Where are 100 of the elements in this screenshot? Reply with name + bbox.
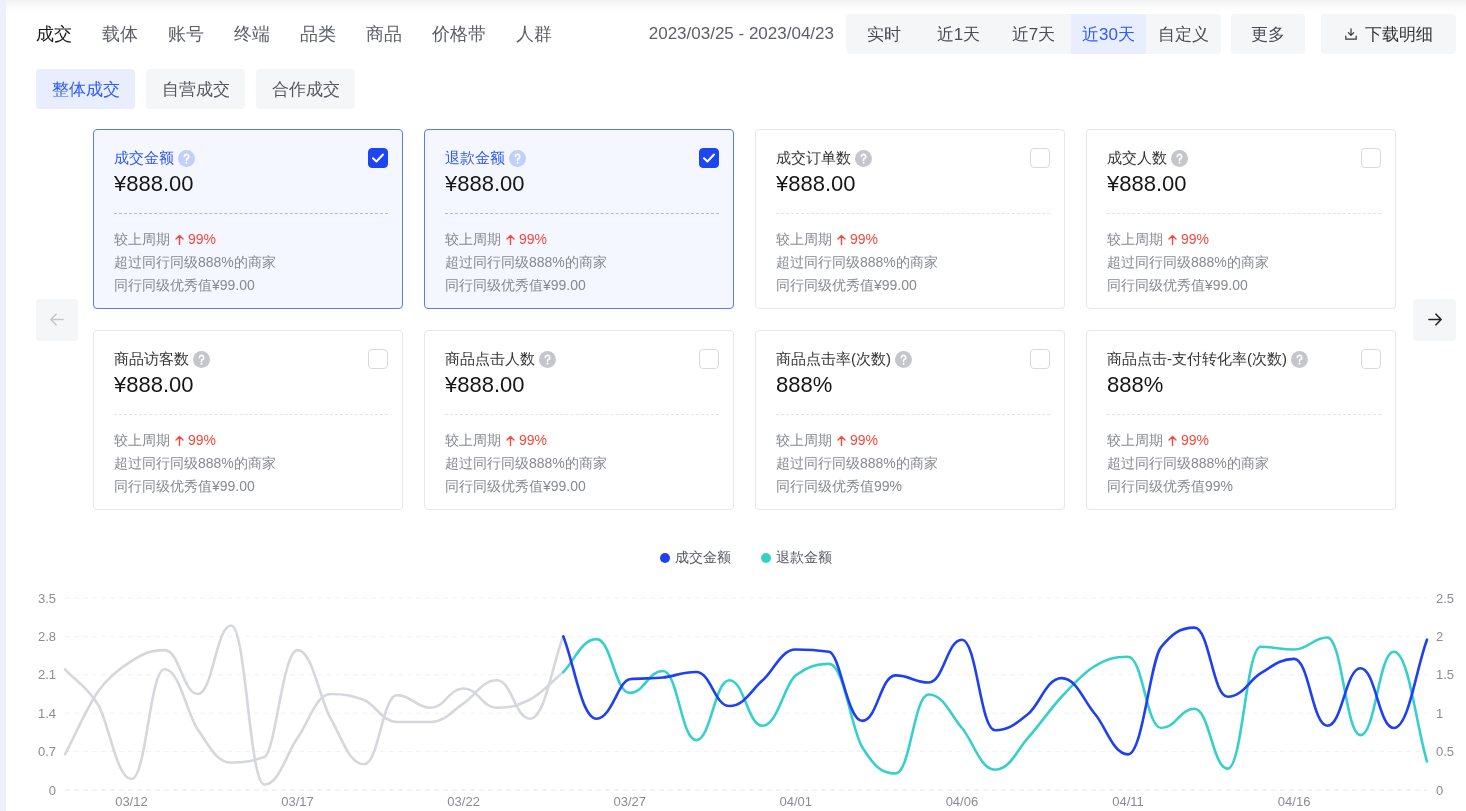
axis-label: 04/16 <box>1277 794 1311 809</box>
benchmark-text: 同行同级优秀值¥99.00 <box>114 276 256 295</box>
change-value: 99% <box>850 230 879 249</box>
time-range-tab[interactable]: 近30天 <box>1071 14 1146 54</box>
checkmark-icon <box>372 153 384 163</box>
metric-title: 成交订单数 <box>776 148 851 168</box>
axis-label: 1 <box>1436 705 1444 721</box>
compare-label: 较上周期 <box>114 230 170 249</box>
benchmark-text: 同行同级优秀值¥99.00 <box>445 276 587 295</box>
scope-tab[interactable]: 合作成交 <box>256 69 355 109</box>
rank-text: 超过同行同级888%的商家 <box>776 253 939 272</box>
nav-tab[interactable]: 价格带 <box>432 14 486 54</box>
change-value: 99% <box>519 230 548 249</box>
metric-title: 成交人数 <box>1107 148 1167 168</box>
axis-label: 2 <box>1436 628 1444 644</box>
axis-label: 1.5 <box>1436 667 1455 683</box>
benchmark-text: 同行同级优秀值99% <box>1107 477 1235 496</box>
axis-label: 03/27 <box>613 794 646 809</box>
nav-tab[interactable]: 人群 <box>516 14 552 54</box>
axis-label: 2.5 <box>1436 590 1455 606</box>
date-range: 2023/03/25 - 2023/04/23 <box>648 24 834 44</box>
axis-label: 1.4 <box>37 705 56 721</box>
axis-label: 0.5 <box>1436 744 1455 760</box>
metric-value: ¥888.00 <box>114 373 195 397</box>
change-value: 99% <box>1181 431 1210 450</box>
checkbox[interactable] <box>699 148 719 168</box>
help-icon[interactable] <box>895 350 912 368</box>
scope-tab[interactable]: 整体成交 <box>36 69 135 109</box>
rank-text: 超过同行同级888%的商家 <box>445 253 608 272</box>
download-button[interactable]: 下载明细 <box>1321 14 1456 54</box>
rank-text: 超过同行同级888%的商家 <box>1107 253 1270 272</box>
change-value: 99% <box>188 431 217 450</box>
metric-title: 成交金额 <box>114 148 174 168</box>
help-icon[interactable] <box>855 149 872 167</box>
metric-title: 商品点击率(次数) <box>776 349 891 369</box>
help-icon[interactable] <box>539 350 556 368</box>
metric-title: 商品点击-支付转化率(次数) <box>1107 349 1287 369</box>
metric-value: ¥888.00 <box>1107 172 1188 196</box>
metric-value: ¥888.00 <box>114 172 195 196</box>
axis-label: 3.5 <box>37 590 56 606</box>
change-value: 99% <box>1181 230 1210 249</box>
rank-text: 超过同行同级888%的商家 <box>114 454 277 473</box>
nav-tab[interactable]: 终端 <box>234 14 270 54</box>
nav-tab[interactable]: 商品 <box>366 14 402 54</box>
metric-value: ¥888.00 <box>776 172 857 196</box>
legend-item[interactable]: 成交金额 <box>660 549 731 567</box>
checkmark-icon <box>703 153 715 163</box>
metric-title: 退款金额 <box>445 148 505 168</box>
compare-label: 较上周期 <box>445 431 501 450</box>
metric-value: 888% <box>776 373 834 397</box>
next-button[interactable] <box>1413 298 1456 341</box>
axis-label: 0 <box>1436 782 1444 798</box>
more-button[interactable]: 更多 <box>1231 14 1305 54</box>
nav-tab[interactable]: 载体 <box>102 14 138 54</box>
time-range-tab[interactable]: 近1天 <box>921 14 996 54</box>
axis-label: 0.7 <box>37 744 56 760</box>
benchmark-text: 同行同级优秀值¥99.00 <box>114 477 256 496</box>
help-icon[interactable] <box>178 149 195 167</box>
benchmark-text: 同行同级优秀值99% <box>776 477 904 496</box>
legend-item[interactable]: 退款金额 <box>761 549 832 567</box>
change-value: 99% <box>850 431 879 450</box>
help-icon[interactable] <box>1171 149 1188 167</box>
nav-tab[interactable]: 成交 <box>36 14 72 54</box>
benchmark-text: 同行同级优秀值¥99.00 <box>445 477 587 496</box>
download-icon <box>1344 28 1357 40</box>
compare-label: 较上周期 <box>1107 431 1163 450</box>
axis-label: 04/06 <box>945 794 979 809</box>
compare-label: 较上周期 <box>445 230 501 249</box>
left-arrow-icon <box>50 313 64 326</box>
compare-label: 较上周期 <box>776 431 832 450</box>
time-range-tab[interactable]: 近7天 <box>996 14 1071 54</box>
benchmark-text: 同行同级优秀值¥99.00 <box>776 276 918 295</box>
nav-tab[interactable]: 品类 <box>300 14 336 54</box>
help-icon[interactable] <box>509 149 526 167</box>
compare-label: 较上周期 <box>114 431 170 450</box>
benchmark-text: 同行同级优秀值¥99.00 <box>1107 276 1249 295</box>
help-icon[interactable] <box>193 350 210 368</box>
axis-label: 03/12 <box>115 794 148 809</box>
scope-tab[interactable]: 自营成交 <box>146 69 245 109</box>
axis-label: 04/11 <box>1112 794 1144 809</box>
change-value: 99% <box>188 230 217 249</box>
metric-title: 商品点击人数 <box>445 349 535 369</box>
axis-label: 0 <box>48 782 56 798</box>
metric-value: ¥888.00 <box>445 172 526 196</box>
rank-text: 超过同行同级888%的商家 <box>1107 454 1270 473</box>
right-arrow-icon <box>1427 313 1442 326</box>
rank-text: 超过同行同级888%的商家 <box>445 454 608 473</box>
axis-label: 03/17 <box>281 794 314 809</box>
axis-label: 04/01 <box>779 794 813 809</box>
rank-text: 超过同行同级888%的商家 <box>114 253 277 272</box>
change-value: 99% <box>519 431 548 450</box>
axis-label: 2.8 <box>37 628 56 644</box>
checkbox[interactable] <box>368 148 388 168</box>
nav-tab[interactable]: 账号 <box>168 14 204 54</box>
axis-label: 03/22 <box>447 794 480 809</box>
time-range-tab[interactable]: 实时 <box>846 14 921 54</box>
help-icon[interactable] <box>1291 350 1308 368</box>
compare-label: 较上周期 <box>1107 230 1163 249</box>
axis-label: 2.1 <box>37 667 56 683</box>
time-range-tab[interactable]: 自定义 <box>1146 14 1221 54</box>
